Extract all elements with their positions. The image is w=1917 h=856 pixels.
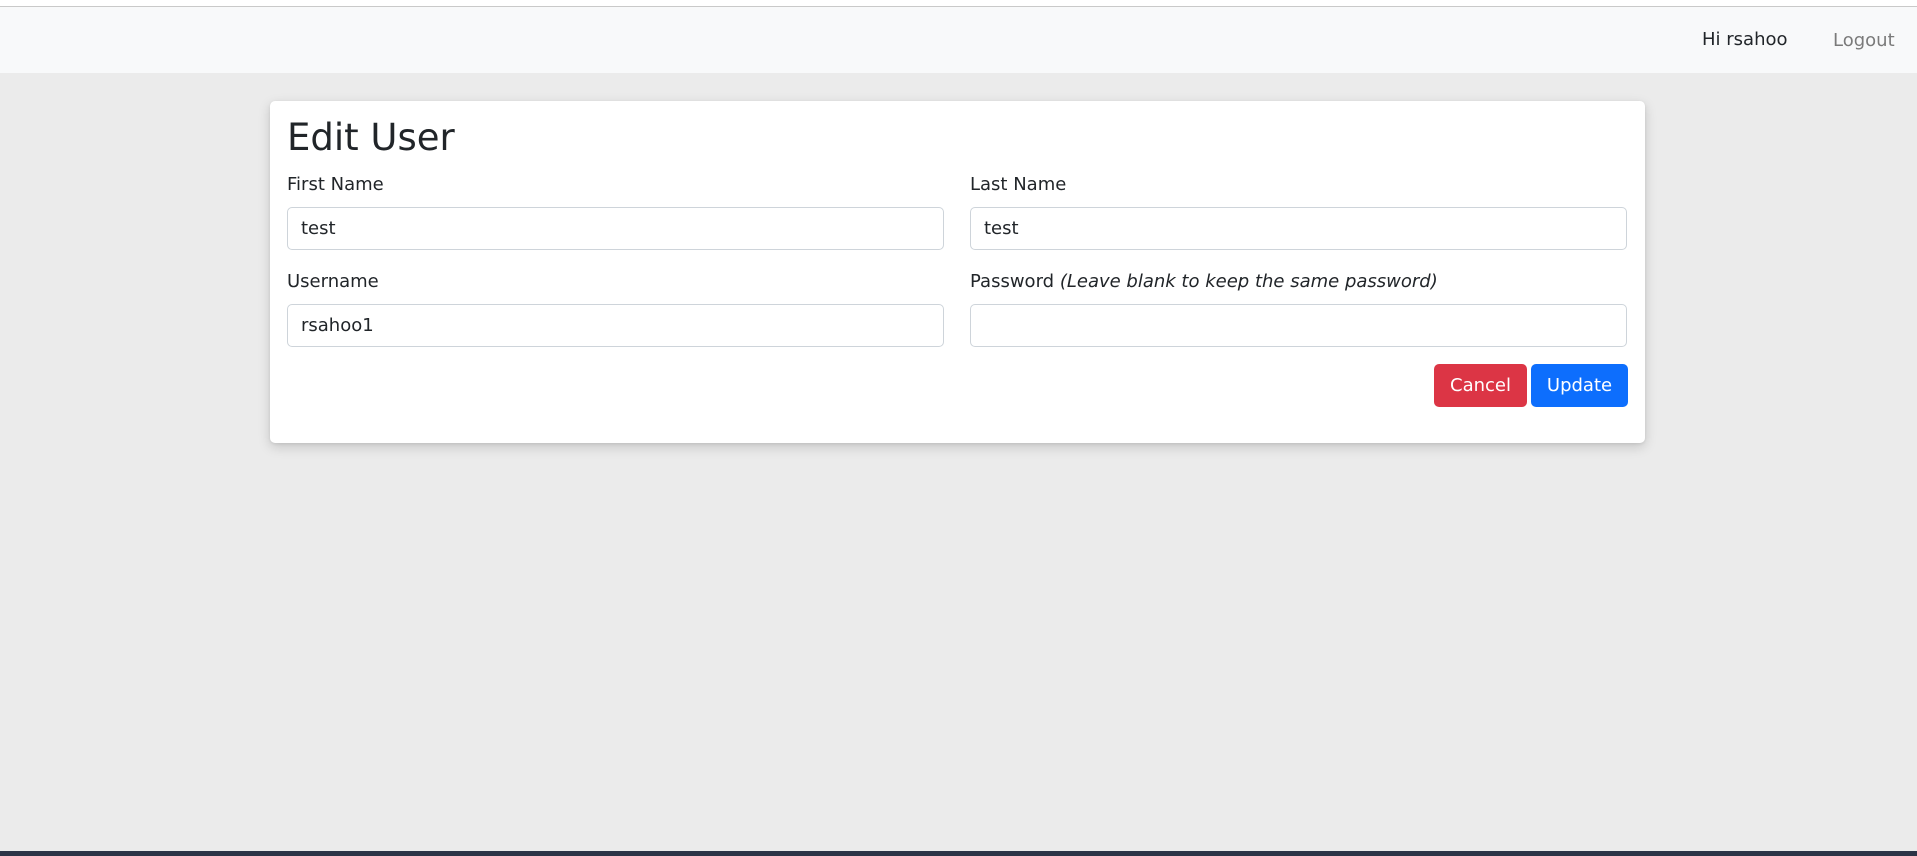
edit-user-card: Edit User First Name Last Name Username … xyxy=(270,101,1645,443)
bottom-edge-bar xyxy=(0,851,1917,856)
password-label: Password xyxy=(970,271,1055,292)
last-name-label: Last Name xyxy=(970,174,1067,195)
logout-link[interactable]: Logout xyxy=(1833,30,1895,51)
last-name-input[interactable] xyxy=(970,207,1627,250)
username-input[interactable] xyxy=(287,304,944,347)
password-label-group: Password (Leave blank to keep the same p… xyxy=(970,271,1438,292)
page-title: Edit User xyxy=(287,116,455,159)
cancel-button[interactable]: Cancel xyxy=(1434,364,1527,407)
username-label: Username xyxy=(287,271,379,292)
first-name-label: First Name xyxy=(287,174,384,195)
window-top-border xyxy=(0,0,1917,7)
navbar: Hi rsahoo Logout xyxy=(0,7,1917,73)
first-name-input[interactable] xyxy=(287,207,944,250)
password-hint: (Leave blank to keep the same password) xyxy=(1059,271,1438,292)
password-input[interactable] xyxy=(970,304,1627,347)
update-button[interactable]: Update xyxy=(1531,364,1628,407)
user-greeting: Hi rsahoo xyxy=(1702,29,1788,50)
